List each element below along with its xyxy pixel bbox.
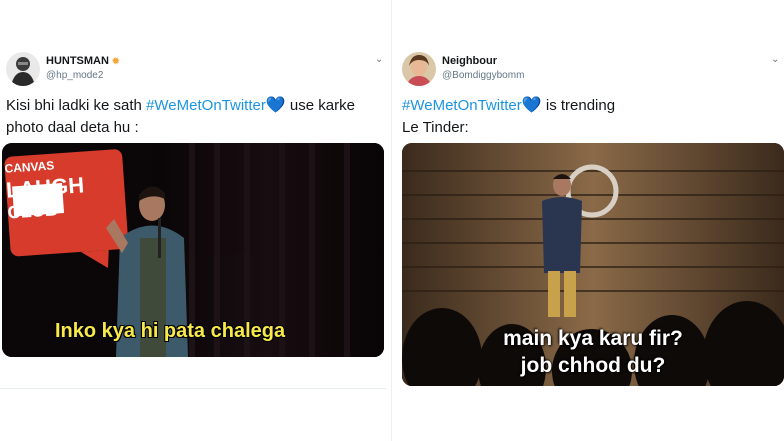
tweet-text: Kisi bhi ladki ke sath [6, 97, 147, 114]
tweet-text: is trending [541, 97, 616, 114]
media-caption: Inko kya hi pata chalega [55, 320, 286, 342]
avatar[interactable] [402, 52, 436, 86]
tweet-media-gif[interactable]: CANVAS LAUGH CLUB Inko kya hi pata chale… [2, 143, 384, 357]
chevron-down-icon[interactable]: ⌄ [771, 54, 779, 65]
media-caption-line-2: job chhod du? [520, 354, 666, 377]
display-name-text[interactable]: HUNTSMAN [46, 55, 109, 67]
media-caption-line-1: main kya karu fir? [503, 327, 683, 350]
tweet-card-neighbour[interactable]: Neighbour @Bomdiggybomm ⌄ #WeMetOnTwitte… [392, 0, 784, 441]
tweet-text-line-1: #WeMetOnTwitter💙 is trending [402, 95, 615, 117]
hashtag-link[interactable]: #WeMetOnTwitter [402, 97, 522, 114]
hashtag-link[interactable]: #WeMetOnTwitter [146, 97, 266, 114]
avatar[interactable] [6, 52, 40, 86]
tweet-text-line-2: photo daal deta hu : [6, 119, 139, 136]
tweet-divider [0, 388, 386, 389]
logo-text: CANVAS LAUGH CLUB [4, 154, 86, 222]
tweet-media-gif[interactable]: main kya karu fir? job chhod du? [402, 143, 784, 386]
user-handle[interactable]: @hp_mode2 [46, 70, 103, 81]
display-name[interactable]: Neighbour [442, 55, 497, 67]
blue-heart-icon: 💙 [265, 97, 286, 114]
user-handle[interactable]: @Bomdiggybomm [442, 70, 524, 81]
blue-heart-icon: 💙 [521, 97, 542, 114]
star-icon: ✹ [111, 56, 120, 66]
display-name[interactable]: HUNTSMAN ✹ [46, 55, 120, 67]
tweet-card-huntsman[interactable]: HUNTSMAN ✹ @hp_mode2 ⌄ Kisi bhi ladki ke … [0, 0, 392, 441]
tweet-text: use karke [285, 97, 355, 114]
tweet-text-line-1: Kisi bhi ladki ke sath #WeMetOnTwitter💙 … [6, 95, 355, 117]
chevron-down-icon[interactable]: ⌄ [375, 54, 383, 65]
tweet-text-line-2: Le Tinder: [402, 119, 469, 136]
